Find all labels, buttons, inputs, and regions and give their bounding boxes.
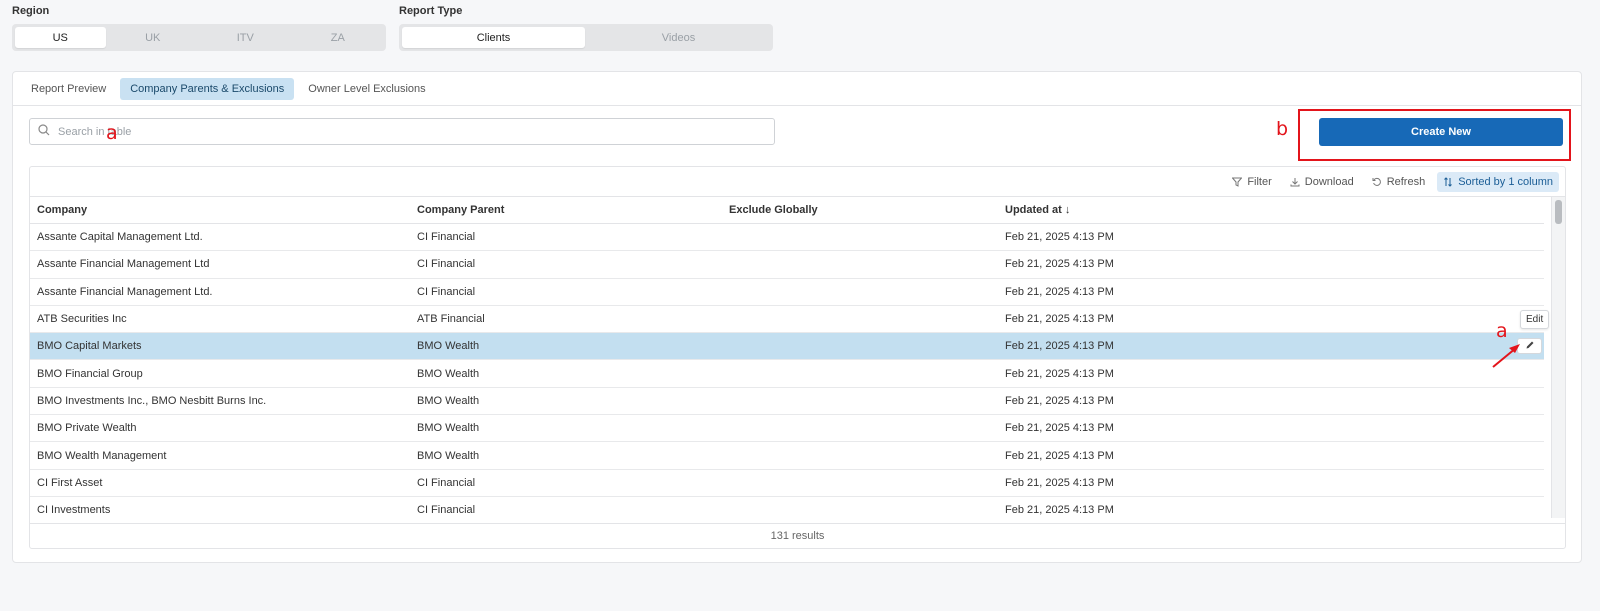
- edit-tooltip: Edit: [1520, 310, 1550, 329]
- column-header-exclude-globally-label: Exclude Globally: [729, 204, 818, 216]
- annotation-letter-a-edit: a: [1496, 320, 1508, 342]
- cell-company: CI First Asset: [37, 476, 103, 489]
- cell-company: CI Investments: [37, 504, 111, 517]
- data-table: Filter Download Refresh Sorted by 1 colu…: [29, 166, 1566, 549]
- sort-icon: [1443, 176, 1453, 187]
- cell-company-parent: CI Financial: [417, 476, 476, 489]
- refresh-icon: [1372, 177, 1382, 187]
- cell-company: BMO Private Wealth: [37, 422, 137, 435]
- column-header-company-label: Company: [37, 204, 88, 216]
- cell-updated-at: Feb 21, 2025 4:13 PM: [1005, 258, 1114, 271]
- tab-report-preview[interactable]: Report Preview: [21, 78, 116, 100]
- download-icon: [1290, 177, 1300, 187]
- cell-updated-at: Feb 21, 2025 4:13 PM: [1005, 340, 1114, 353]
- annotation-letter-b: b: [1276, 118, 1289, 140]
- table-row[interactable]: BMO Financial Group BMO Wealth Feb 21, 202…: [30, 360, 1544, 388]
- region-option-za[interactable]: ZA: [293, 27, 384, 48]
- table-row[interactable]: Assante Financial Management Ltd. CI Fina…: [30, 279, 1544, 306]
- cell-company-parent: BMO Wealth: [417, 394, 480, 407]
- cell-company: Assante Financial Management Ltd: [37, 258, 210, 271]
- cell-company: BMO Investments Inc., BMO Nesbitt Burns …: [37, 394, 267, 407]
- download-button[interactable]: Download: [1284, 172, 1360, 192]
- region-label: Region: [12, 5, 50, 17]
- table-row[interactable]: CI Investments CI Financial Feb 21, 2025 4…: [30, 497, 1544, 518]
- report-type-segmented-control: Clients Videos: [399, 24, 773, 51]
- filter-icon: [1232, 177, 1243, 187]
- column-header-company-parent-label: Company Parent: [417, 204, 505, 216]
- table-scrollbar[interactable]: [1551, 197, 1565, 518]
- cell-updated-at: Feb 21, 2025 4:13 PM: [1005, 449, 1114, 462]
- cell-updated-at: Feb 21, 2025 4:13 PM: [1005, 394, 1114, 407]
- report-type-option-videos[interactable]: Videos: [587, 27, 770, 48]
- cell-updated-at: Feb 21, 2025 4:13 PM: [1005, 231, 1114, 244]
- table-row[interactable]: BMO Private Wealth BMO Wealth Feb 21, 2025…: [30, 415, 1544, 443]
- cell-company: BMO Capital Markets: [37, 340, 142, 353]
- table-row[interactable]: BMO Wealth Management BMO Wealth Feb 21, 2…: [30, 442, 1544, 470]
- table-header: Company Company Parent Exclude Globally …: [30, 197, 1544, 224]
- cell-company-parent: ATB Financial: [417, 313, 485, 326]
- annotation-arrow: [1492, 344, 1520, 368]
- region-option-us[interactable]: US: [15, 27, 106, 48]
- tab-company-parents-exclusions[interactable]: Company Parents & Exclusions: [120, 77, 295, 100]
- cell-company: BMO Financial Group: [37, 367, 143, 380]
- table-row[interactable]: CI First Asset CI Financial Feb 21, 2025 4…: [30, 470, 1544, 497]
- scrollbar-thumb[interactable]: [1555, 200, 1562, 224]
- cell-company-parent: BMO Wealth: [417, 367, 480, 380]
- cell-company-parent: CI Financial: [417, 231, 476, 244]
- search-input[interactable]: [58, 125, 738, 138]
- column-header-exclude-globally[interactable]: Exclude Globally: [722, 204, 998, 216]
- cell-company-parent: CI Financial: [417, 504, 476, 517]
- refresh-button[interactable]: Refresh: [1366, 172, 1432, 192]
- table-row[interactable]: BMO Capital Markets BMO Wealth Feb 21, 202…: [30, 333, 1544, 361]
- cell-updated-at: Feb 21, 2025 4:13 PM: [1005, 313, 1114, 326]
- sorted-label: Sorted by 1 column: [1458, 175, 1553, 188]
- table-row[interactable]: ATB Securities Inc ATB Financial Feb 21, 2…: [30, 306, 1544, 334]
- cell-company: BMO Wealth Management: [37, 449, 167, 462]
- sorted-columns-button[interactable]: Sorted by 1 column: [1437, 171, 1559, 192]
- region-segmented-control: US UK ITV ZA: [12, 24, 386, 51]
- results-count: 131 results: [30, 523, 1565, 548]
- cell-company-parent: BMO Wealth: [417, 340, 480, 353]
- region-option-uk[interactable]: UK: [108, 27, 199, 48]
- cell-updated-at: Feb 21, 2025 4:13 PM: [1005, 285, 1114, 298]
- cell-updated-at: Feb 21, 2025 4:13 PM: [1005, 367, 1114, 380]
- search-icon: [38, 123, 50, 141]
- table-toolbar: Filter Download Refresh Sorted by 1 colu…: [30, 167, 1565, 197]
- report-type-option-clients[interactable]: Clients: [402, 27, 585, 48]
- refresh-label: Refresh: [1386, 175, 1426, 188]
- column-header-company[interactable]: Company: [30, 204, 410, 216]
- table-row[interactable]: Assante Capital Management Ltd. CI Financ…: [30, 224, 1544, 252]
- main-panel: Report Preview Company Parents & Exclusi…: [12, 71, 1582, 563]
- tab-owner-level-exclusions[interactable]: Owner Level Exclusions: [298, 78, 435, 100]
- filter-label: Filter: [1247, 175, 1272, 188]
- annotation-box-create-new: [1298, 109, 1571, 161]
- cell-company: ATB Securities Inc: [37, 313, 127, 326]
- download-label: Download: [1304, 175, 1354, 188]
- cell-company-parent: CI Financial: [417, 285, 476, 298]
- report-type-label: Report Type: [399, 5, 463, 17]
- cell-company: Assante Financial Management Ltd.: [37, 285, 213, 298]
- pencil-icon: [1525, 337, 1535, 355]
- filter-button[interactable]: Filter: [1226, 172, 1277, 192]
- cell-updated-at: Feb 21, 2025 4:13 PM: [1005, 422, 1114, 435]
- region-option-itv[interactable]: ITV: [200, 27, 291, 48]
- search-box: [29, 118, 775, 145]
- cell-updated-at: Feb 21, 2025 4:13 PM: [1005, 504, 1114, 517]
- annotation-letter-a-search: a: [106, 122, 118, 144]
- table-row[interactable]: Assante Financial Management Ltd CI Finan…: [30, 251, 1544, 279]
- column-header-updated-at-label: Updated at: [1005, 204, 1062, 216]
- table-body: Assante Capital Management Ltd. CI Financ…: [30, 224, 1544, 518]
- cell-company-parent: CI Financial: [417, 258, 476, 271]
- column-header-updated-at[interactable]: Updated at ↓: [998, 204, 1544, 216]
- sort-descending-icon: ↓: [1064, 204, 1071, 216]
- tab-bar: Report Preview Company Parents & Exclusi…: [13, 72, 1581, 106]
- cell-updated-at: Feb 21, 2025 4:13 PM: [1005, 476, 1114, 489]
- table-row[interactable]: BMO Investments Inc., BMO Nesbitt Burns …: [30, 388, 1544, 416]
- cell-company-parent: BMO Wealth: [417, 422, 480, 435]
- column-header-company-parent[interactable]: Company Parent: [410, 204, 722, 216]
- cell-company-parent: BMO Wealth: [417, 449, 480, 462]
- cell-company: Assante Capital Management Ltd.: [37, 231, 203, 244]
